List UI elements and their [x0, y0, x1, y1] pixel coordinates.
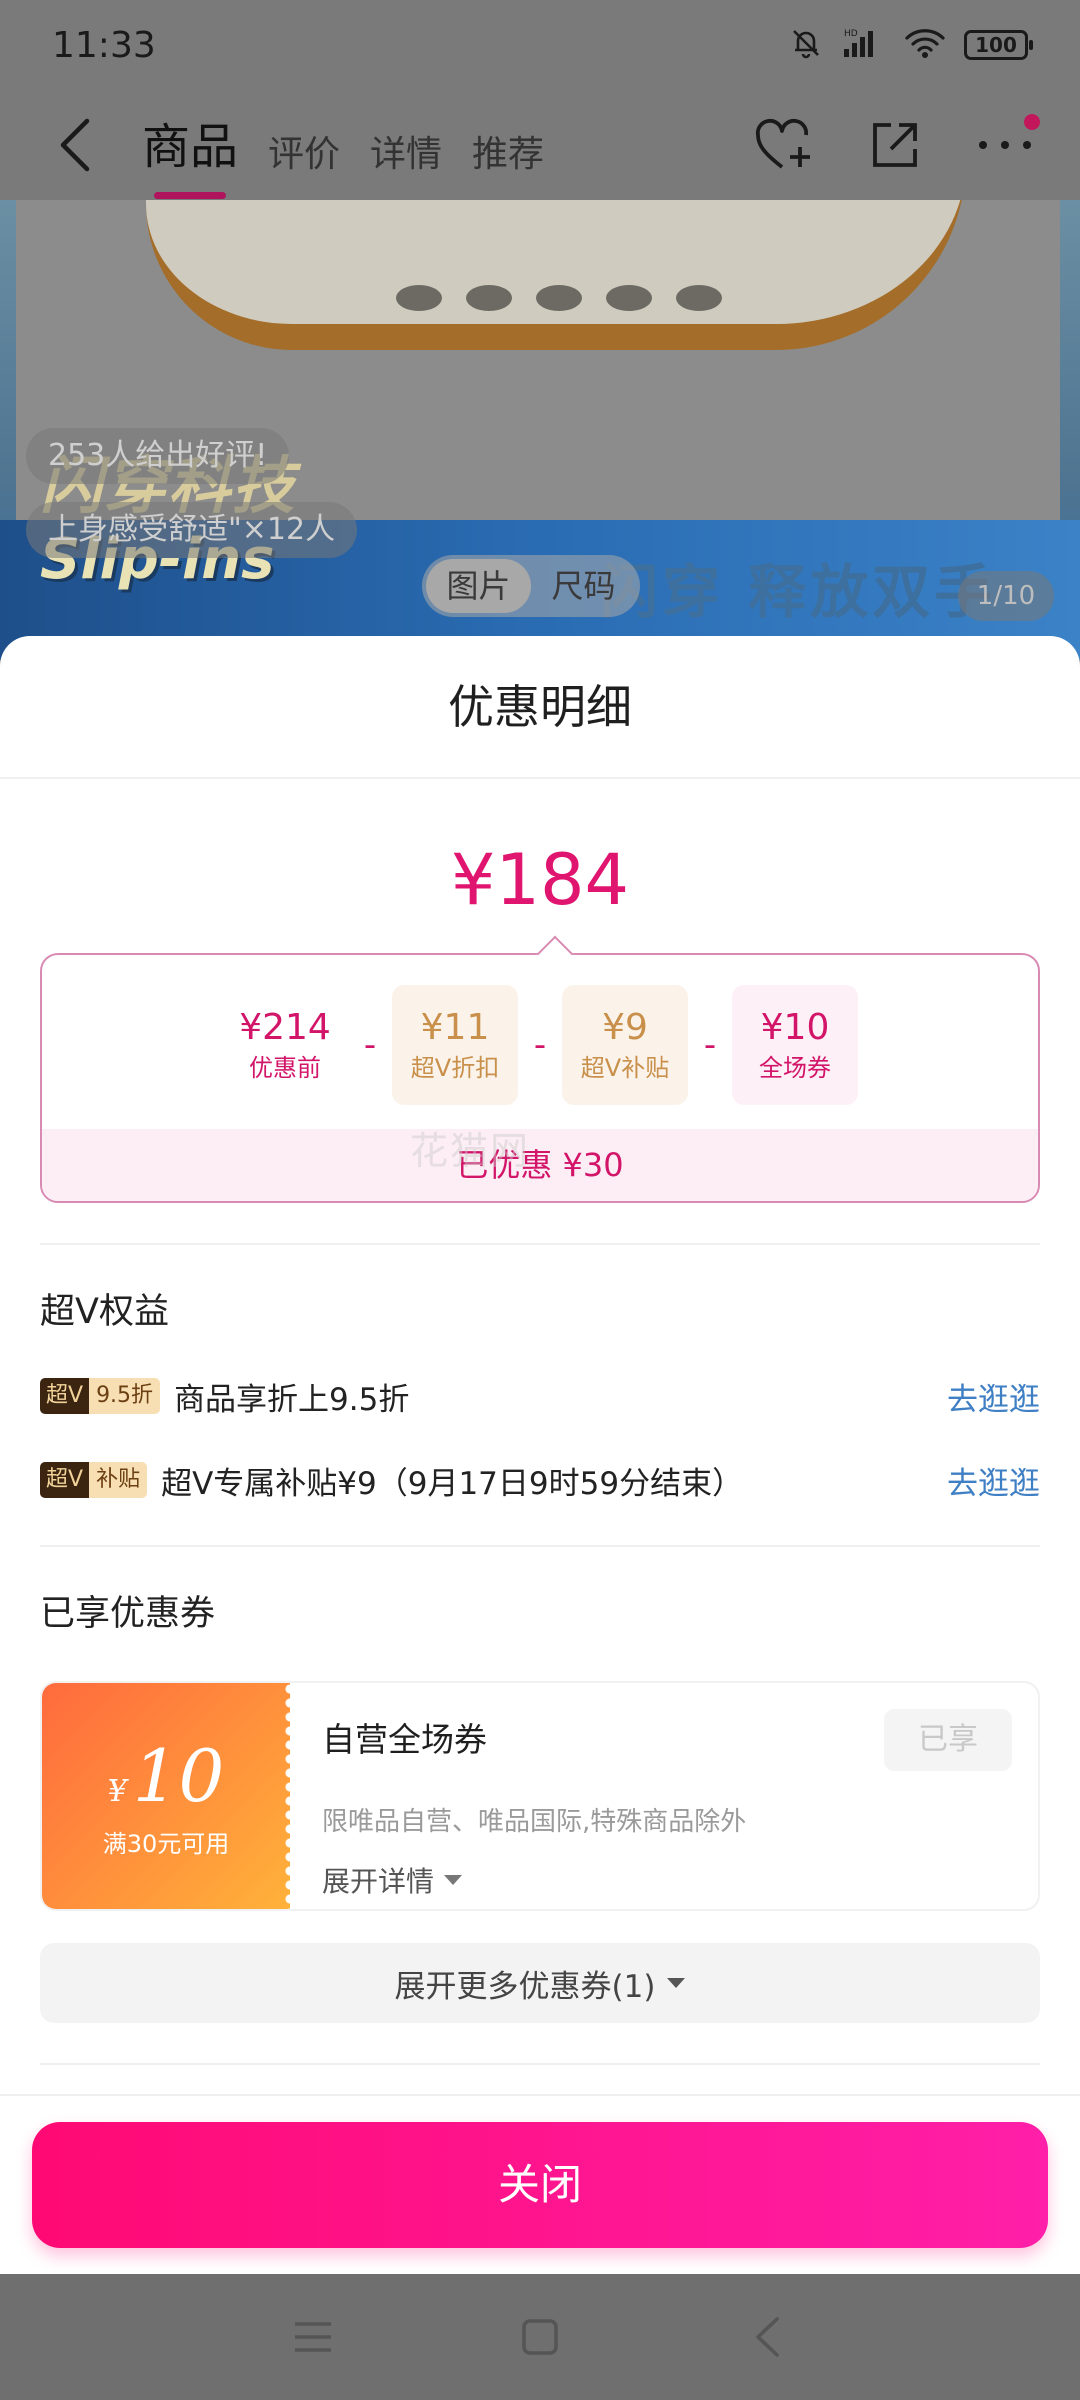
product-page-background: 闪穿科技 Slip-ins 闪穿 释放双手 253人给出好评! 上身感受舒适"×…	[0, 0, 1080, 660]
battery-icon: 100	[964, 30, 1033, 60]
tab-recommend[interactable]: 推荐	[472, 125, 544, 183]
share-icon[interactable]	[860, 110, 930, 180]
price-breakdown: ¥214 优惠前 - ¥11 超V折扣 - ¥9 超V补贴 - ¥10 全场券 …	[40, 953, 1040, 1203]
minus-sign: -	[363, 1025, 377, 1065]
store-coupon: ¥10 全场券	[732, 985, 858, 1105]
sheet-footer: 关闭	[0, 2094, 1080, 2274]
more-icon[interactable]	[970, 110, 1040, 180]
store-coupon-value: ¥10	[760, 1007, 830, 1048]
sheet-title: 优惠明细	[0, 636, 1080, 779]
review-count-bubble: 253人给出好评!	[26, 428, 290, 484]
super-v-subsidy-label: 超V补贴	[580, 1054, 670, 1082]
coupon-status-badge: 已享	[884, 1709, 1012, 1771]
super-v-subsidy-badge: 超V 补贴	[40, 1462, 148, 1498]
badge-main: 超V	[40, 1378, 90, 1414]
coupon-amount-value: 10	[132, 1733, 225, 1818]
store-coupon-label: 全场券	[759, 1054, 831, 1082]
sole-hole	[606, 285, 652, 311]
signal-icon: HD	[842, 27, 886, 63]
badge-sub: 9.5折	[89, 1378, 161, 1414]
image-page-indicator: 1/10	[958, 571, 1054, 621]
svg-text:HD: HD	[844, 29, 858, 39]
breakdown-row: ¥214 优惠前 - ¥11 超V折扣 - ¥9 超V补贴 - ¥10 全场券	[42, 955, 1038, 1105]
expand-more-coupons-button[interactable]: 展开更多优惠券(1)	[40, 1943, 1040, 2023]
super-v-discount-value: ¥11	[420, 1007, 490, 1048]
system-navigation-bar	[0, 2274, 1080, 2400]
sole-hole	[536, 285, 582, 311]
super-v-discount-badge: 超V 9.5折	[40, 1378, 161, 1414]
image-size-toggle[interactable]: 图片 尺码	[422, 555, 640, 617]
original-price-label: 优惠前	[249, 1054, 321, 1082]
coupon-condition: 满30元可用	[102, 1829, 230, 1858]
super-v-subsidy-value: ¥9	[602, 1007, 648, 1048]
original-price: ¥214 优惠前	[222, 985, 348, 1105]
favorite-add-icon[interactable]	[750, 110, 820, 180]
original-price-value: ¥214	[239, 1007, 331, 1048]
benefit-row: 超V 9.5折 商品享折上9.5折 去逛逛	[40, 1371, 1040, 1421]
coupon-amount: ¥ 10	[108, 1734, 225, 1818]
badge-sub: 补贴	[89, 1462, 148, 1498]
chevron-down-icon	[667, 1978, 686, 1988]
discount-details-sheet: 优惠明细 ¥184 ¥214 优惠前 - ¥11 超V折扣 - ¥9 超V补贴 …	[0, 636, 1080, 2274]
badge-main: 超V	[40, 1462, 90, 1498]
product-nav-bar: 商品 评价 详情 推荐	[0, 90, 1080, 200]
coupon-description: 限唯品自营、唯品国际,特殊商品除外	[322, 1807, 747, 1837]
tab-product[interactable]: 商品	[142, 107, 238, 199]
banner-slogan: 闪穿 释放双手	[600, 558, 997, 626]
review-tag-bubble: 上身感受舒适"×12人	[26, 502, 358, 558]
minus-sign: -	[533, 1025, 547, 1065]
coupon-card: ¥ 10 满30元可用 自营全场券 限唯品自营、唯品国际,特殊商品除外 展开详情…	[40, 1681, 1040, 1911]
coupon-expand-details[interactable]: 展开详情	[322, 1860, 1010, 1900]
sole-hole	[676, 285, 722, 311]
status-bar: 11:33 HD 100	[0, 0, 1080, 90]
tab-details[interactable]: 详情	[370, 125, 442, 183]
back-icon[interactable]	[727, 2297, 807, 2377]
toggle-images[interactable]: 图片	[426, 559, 531, 613]
shoe-sole	[146, 200, 966, 350]
applied-coupons-title: 已享优惠券	[40, 1594, 216, 1634]
product-tabs: 商品 评价 详情 推荐	[142, 107, 544, 199]
back-arrow-icon[interactable]	[40, 110, 110, 180]
final-price: ¥184	[450, 839, 630, 921]
more-coupons-label: 展开更多优惠券(1)	[394, 1968, 656, 2005]
expand-details-label: 展开详情	[322, 1865, 435, 1898]
home-icon[interactable]	[500, 2297, 580, 2377]
divider	[40, 1243, 1040, 1245]
super-v-subsidy: ¥9 超V补贴	[562, 985, 688, 1105]
notification-dot	[1024, 114, 1040, 130]
benefit-row: 超V 补贴 超V专属补贴¥9（9月17日9时59分结束） 去逛逛	[40, 1455, 1040, 1505]
divider	[40, 2063, 1040, 2065]
status-icons: HD 100	[788, 25, 1033, 65]
nav-actions	[750, 110, 1040, 180]
super-v-discount-label: 超V折扣	[410, 1054, 500, 1082]
browse-link[interactable]: 去逛逛	[947, 1374, 1040, 1419]
tab-reviews[interactable]: 评价	[268, 125, 340, 183]
sole-hole	[396, 285, 442, 311]
super-v-benefits-title: 超V权益	[40, 1292, 169, 1332]
mute-bell-icon	[788, 25, 824, 65]
menu-icon[interactable]	[273, 2297, 353, 2377]
chevron-down-icon	[444, 1875, 463, 1885]
toggle-sizes[interactable]: 尺码	[531, 559, 636, 613]
wifi-icon	[904, 27, 946, 63]
coupon-value-panel: ¥ 10 满30元可用	[42, 1683, 296, 1909]
coupon-currency: ¥	[107, 1773, 127, 1809]
minus-sign: -	[703, 1025, 717, 1065]
sole-hole	[466, 285, 512, 311]
divider	[40, 1545, 1040, 1547]
super-v-discount: ¥11 超V折扣	[392, 985, 518, 1105]
browse-link[interactable]: 去逛逛	[947, 1458, 1040, 1503]
benefit-text: 商品享折上9.5折	[174, 1381, 410, 1418]
total-saved: 已优惠 ¥30	[42, 1129, 1038, 1201]
benefit-text: 超V专属补贴¥9（9月17日9时59分结束）	[161, 1465, 744, 1502]
coupon-info: 自营全场券 限唯品自营、唯品国际,特殊商品除外 展开详情 已享	[290, 1683, 1038, 1909]
status-time: 11:33	[52, 24, 156, 66]
close-button[interactable]: 关闭	[32, 2122, 1048, 2248]
